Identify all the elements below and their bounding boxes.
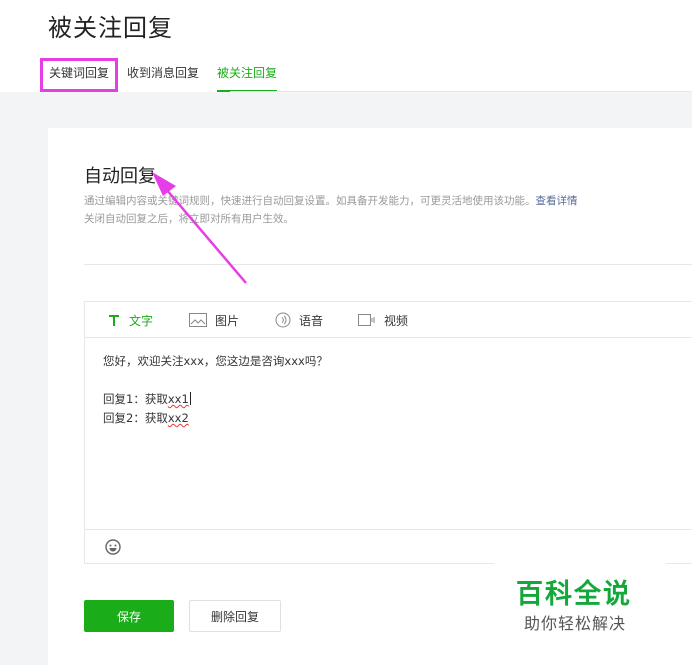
text-caret bbox=[189, 392, 191, 405]
reply-line-2-word: xx1 bbox=[167, 392, 189, 406]
tool-video-label: 视频 bbox=[384, 313, 409, 328]
tabs-divider bbox=[230, 91, 692, 92]
reply-line-3: 回复2：获取xx2 bbox=[103, 409, 328, 428]
section-title: 自动回复 bbox=[84, 166, 156, 187]
tab-keyword-reply[interactable]: 关键词回复 bbox=[40, 58, 119, 92]
reply-editor: 文字 图片 语音 视频 您好，欢迎关注xxx，您这边是咨询xxx吗？ 回复1：获… bbox=[84, 301, 692, 564]
desc-line-2: 关闭自动回复之后，将立即对所有用户生效。 bbox=[84, 213, 294, 225]
reply-line-3-prefix: 回复2：获取 bbox=[103, 411, 168, 425]
watermark-logo: 百科全说 助你轻松解决 bbox=[494, 560, 666, 650]
tool-text[interactable]: 文字 bbox=[107, 312, 153, 328]
watermark-title: 百科全说 bbox=[516, 579, 632, 610]
tool-text-label: 文字 bbox=[129, 313, 154, 328]
reply-text-area[interactable]: 您好，欢迎关注xxx，您这边是咨询xxx吗？ 回复1：获取xx1 回复2：获取xx2 bbox=[103, 352, 328, 428]
page-title: 被关注回复 bbox=[48, 14, 173, 42]
section-description: 通过编辑内容或关键词规则，快速进行自动回复设置。如具备开发能力，可更灵活地使用该… bbox=[84, 192, 578, 228]
video-icon bbox=[358, 313, 376, 327]
tab-message-reply[interactable]: 收到消息回复 bbox=[118, 58, 208, 92]
reply-line-1: 您好，欢迎关注xxx，您这边是咨询xxx吗？ bbox=[103, 354, 328, 368]
tool-voice-label: 语音 bbox=[299, 313, 324, 328]
watermark-subtitle: 助你轻松解决 bbox=[524, 614, 627, 633]
tab-follow-reply[interactable]: 被关注回复 bbox=[208, 58, 286, 92]
text-icon bbox=[107, 313, 121, 327]
tab-bar: 关键词回复 收到消息回复 被关注回复 bbox=[40, 58, 286, 92]
editor-toolbar: 文字 图片 语音 视频 bbox=[85, 302, 692, 338]
delete-reply-button[interactable]: 删除回复 bbox=[189, 600, 281, 632]
tool-image[interactable]: 图片 bbox=[189, 312, 239, 328]
view-details-link[interactable]: 查看详情 bbox=[536, 195, 578, 207]
section-divider bbox=[84, 264, 692, 265]
top-area: 被关注回复 关键词回复 收到消息回复 被关注回复 bbox=[0, 0, 692, 92]
desc-line-1: 通过编辑内容或关键词规则，快速进行自动回复设置。如具备开发能力，可更灵活地使用该… bbox=[84, 195, 536, 207]
tool-video[interactable]: 视频 bbox=[358, 312, 408, 328]
editor-footer bbox=[85, 529, 692, 563]
image-icon bbox=[189, 313, 207, 327]
reply-line-2-prefix: 回复1：获取 bbox=[103, 392, 168, 406]
tool-image-label: 图片 bbox=[215, 313, 240, 328]
voice-icon bbox=[275, 312, 291, 328]
save-button[interactable]: 保存 bbox=[84, 600, 174, 632]
reply-line-3-word: xx2 bbox=[167, 411, 189, 425]
tool-voice[interactable]: 语音 bbox=[275, 312, 323, 328]
reply-line-2: 回复1：获取xx1 bbox=[103, 390, 328, 409]
emoji-icon[interactable] bbox=[105, 539, 121, 555]
